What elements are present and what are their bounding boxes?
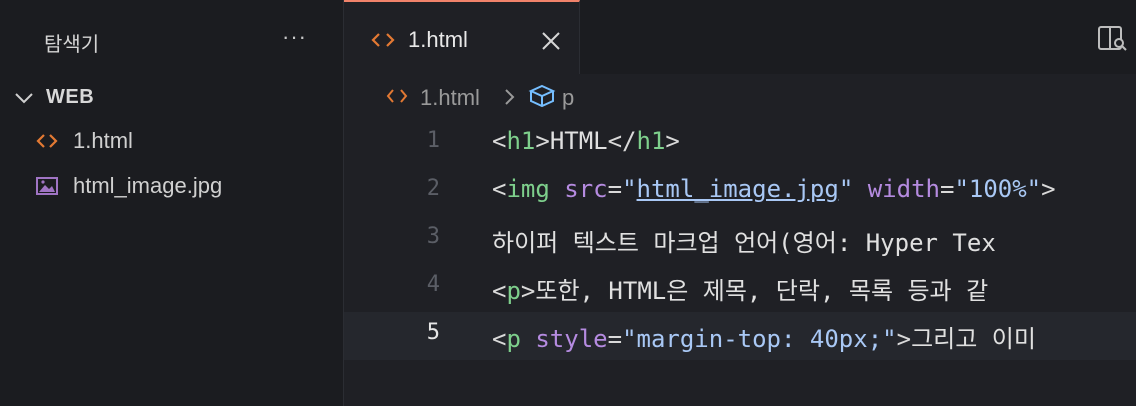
line-number: 2 [426,176,440,201]
code-text: <p>또한, HTML은 제목, 단락, 목록 등과 같 [492,277,989,305]
html-file-icon [386,89,408,103]
tab-label: 1.html [408,27,468,52]
breadcrumb-file[interactable]: 1.html [420,85,480,111]
folder-web[interactable]: WEB [0,82,343,114]
tab-bar: 1.html [344,0,1136,74]
explorer-sidebar: 탐색기 ··· WEB 1.html html_image.jpg [0,0,344,406]
line-number: 5 [426,320,440,345]
code-line-4[interactable]: 4 <p>또한, HTML은 제목, 단락, 목록 등과 같 [344,264,1136,312]
split-editor-icon[interactable] [1098,26,1128,52]
chevron-down-icon [15,93,33,104]
file-label: 1.html [73,128,133,153]
html-file-icon [36,134,58,148]
breadcrumb-element[interactable]: p [562,85,574,111]
line-number: 4 [426,272,440,297]
code-text: 하이퍼 텍스트 마크업 언어(영어: Hyper Tex [492,229,996,257]
code-text: <img src="html_image.jpg" width="100%"> [492,175,1056,203]
code-editor[interactable]: 1 <h1>HTML</h1> 2 <img src="html_image.j… [344,120,1136,406]
code-line-1[interactable]: 1 <h1>HTML</h1> [344,120,1136,168]
folder-name: WEB [46,86,95,108]
close-icon[interactable] [540,30,562,52]
line-number: 1 [426,128,440,153]
code-text: <p style="margin-top: 40px;">그리고 이미 [492,325,1036,353]
link-html-image: html_image.jpg [636,175,839,203]
more-actions-icon[interactable]: ··· [282,24,307,50]
cube-icon [528,84,556,108]
explorer-title: 탐색기 [44,34,100,56]
explorer-header: 탐색기 ··· [0,0,343,80]
code-line-5[interactable]: 5 <p style="margin-top: 40px;">그리고 이미 [344,312,1136,360]
file-item-1-html[interactable]: 1.html [0,121,343,161]
line-number: 3 [426,224,440,249]
chevron-right-icon [505,89,515,105]
code-line-3[interactable]: 3 하이퍼 텍스트 마크업 언어(영어: Hyper Tex [344,216,1136,264]
code-line-2[interactable]: 2 <img src="html_image.jpg" width="100%"… [344,168,1136,216]
breadcrumb: 1.html p [344,74,1136,120]
file-label: html_image.jpg [73,173,223,198]
html-file-icon [371,33,395,47]
tab-1-html[interactable]: 1.html [344,0,580,74]
file-item-html-image[interactable]: html_image.jpg [0,166,343,206]
code-text: <h1>HTML</h1> [492,127,680,155]
image-file-icon [36,177,58,195]
